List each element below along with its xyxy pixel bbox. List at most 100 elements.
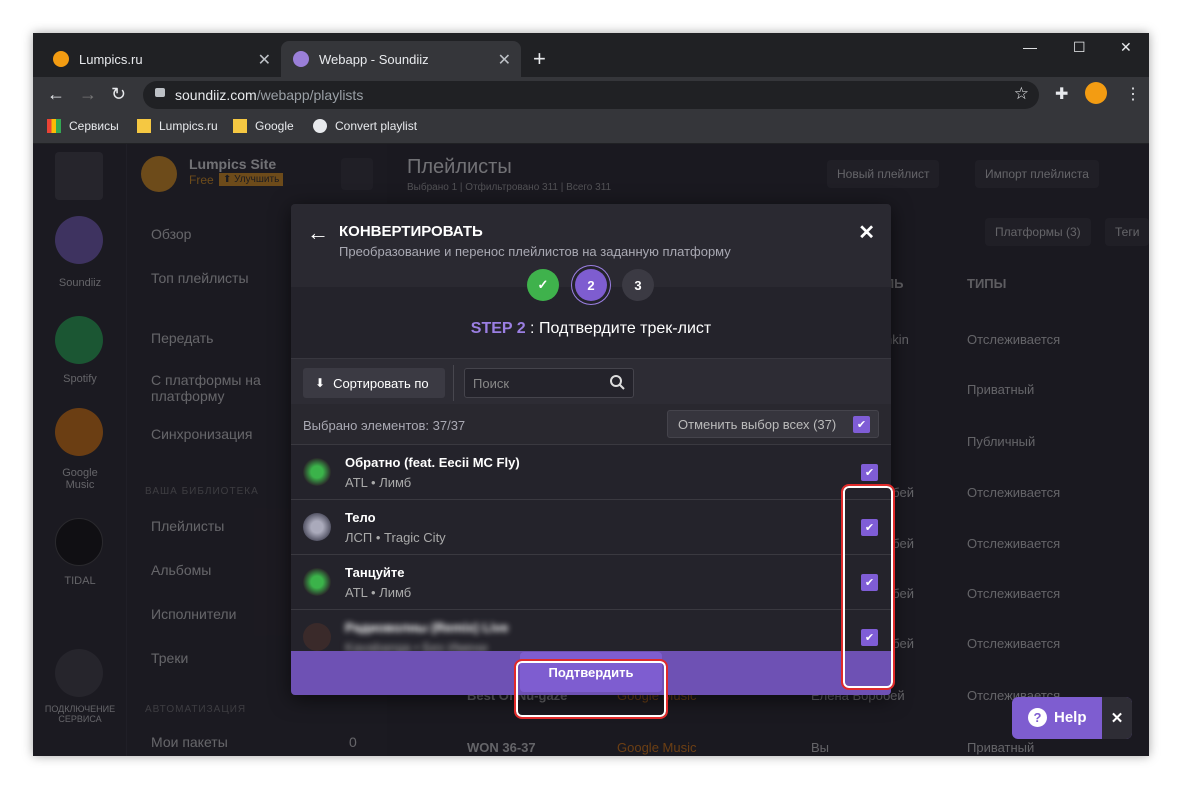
track-checkbox[interactable]: ✔ (861, 464, 878, 481)
nav-overview[interactable]: Обзор (151, 226, 191, 242)
tab-title: Webapp - Soundiiz (319, 51, 429, 67)
soundiiz-service-icon[interactable] (55, 216, 103, 264)
nav-playlists[interactable]: Плейлисты (151, 518, 224, 534)
bookmark-label: Convert playlist (335, 119, 418, 133)
plan-label: Free (189, 173, 214, 187)
step-title: STEP 2 : Подтвердите трек-лист (291, 320, 891, 338)
tab-lumpics[interactable]: Lumpics.ru ✕ (41, 41, 281, 77)
bookmark-google[interactable]: Google (233, 119, 294, 133)
bookmark-lumpics[interactable]: Lumpics.ru (137, 119, 218, 133)
minimize-icon[interactable]: — (1023, 39, 1037, 55)
profile-avatar[interactable] (1085, 82, 1107, 104)
selection-bar: Выбрано элементов: 37/37 Отменить выбор … (291, 404, 891, 444)
divider (453, 365, 454, 401)
browser-toolbar: ← → ↻ soundiiz.com/webapp/playlists ☆ ✚ … (33, 77, 1149, 113)
back-icon[interactable]: ← (47, 84, 65, 105)
tab-title: Lumpics.ru (79, 51, 143, 67)
column-types: ТИПЫ (967, 276, 1007, 291)
tags-filter[interactable]: Теги (1105, 218, 1149, 246)
help-widget[interactable]: ? Help ✕ (1012, 697, 1132, 739)
modal-title: КОНВЕРТИРОВАТЬ (339, 223, 483, 240)
close-help-icon[interactable]: ✕ (1102, 697, 1132, 739)
platforms-filter[interactable]: Платформы (3) (985, 218, 1091, 246)
gear-icon[interactable] (341, 158, 373, 190)
address-bar[interactable]: soundiiz.com/webapp/playlists ☆ (143, 81, 1039, 109)
bookmark-star-icon[interactable]: ☆ (1014, 84, 1029, 104)
tab-strip: Lumpics.ru ✕ Webapp - Soundiiz ✕ + — ☐ ✕ (33, 33, 1149, 77)
track-row[interactable]: Обратно (feat. Eecii MC Fly) ATL • Лимб … (291, 444, 891, 499)
upgrade-badge[interactable]: ⬆ Улучшить (219, 173, 284, 186)
nav-transfer[interactable]: Передать (151, 330, 213, 346)
bookmark-label: Google (255, 119, 294, 133)
track-artist: ATL (345, 585, 368, 600)
annotation-highlight-confirm (514, 659, 668, 719)
nav-tracks[interactable]: Треки (151, 650, 188, 666)
search-input[interactable]: Поиск (464, 368, 634, 398)
section-automation: АВТОМАТИЗАЦИЯ (145, 704, 247, 715)
soundiiz-app: Soundiiz Spotify Google Music TIDAL ПОДК… (33, 144, 1149, 756)
service-label: ПОДКЛЮЧЕНИЕ СЕРВИСА (44, 704, 116, 724)
section-library: ВАША БИБЛИОТЕКА (145, 486, 259, 497)
search-icon (610, 375, 625, 390)
service-label: TIDAL (64, 575, 96, 587)
step-2-active: 2 (575, 269, 607, 301)
menu-icon[interactable]: ⋮ (1125, 84, 1141, 104)
unselect-all-button[interactable]: Отменить выбор всех (37) ✔ (667, 410, 879, 438)
tidal-icon[interactable] (55, 518, 103, 566)
folder-icon (137, 119, 151, 133)
album-art (303, 513, 331, 541)
nav-sync[interactable]: Синхронизация (151, 426, 252, 442)
google-music-icon[interactable] (55, 408, 103, 456)
import-playlist-button[interactable]: Импорт плейлиста (975, 160, 1099, 188)
bookmark-label: Lumpics.ru (159, 119, 218, 133)
extensions-icon[interactable]: ✚ (1055, 84, 1068, 104)
convert-modal: ← КОНВЕРТИРОВАТЬ Преобразование и перено… (291, 204, 891, 695)
service-label: Soundiiz (58, 277, 102, 289)
close-tab-icon[interactable]: ✕ (498, 50, 511, 70)
nav-artists[interactable]: Исполнители (151, 606, 236, 622)
page-title: Плейлисты (407, 156, 512, 178)
step-1-done: ✓ (527, 269, 559, 301)
service-label: Google Music (62, 467, 98, 491)
maximize-icon[interactable]: ☐ (1073, 39, 1086, 56)
orange-circle-icon (53, 51, 69, 67)
bookmark-convert-playlist[interactable]: Convert playlist (313, 119, 417, 133)
sort-button[interactable]: ⬇ Сортировать по (303, 368, 445, 398)
page-subtitle: Выбрано 1 | Отфильтровано 311 | Всего 31… (407, 182, 612, 193)
checkbox-checked-icon[interactable]: ✔ (853, 416, 870, 433)
track-controls: ⬇ Сортировать по Поиск (291, 358, 891, 404)
close-icon[interactable]: ✕ (858, 220, 875, 245)
reload-icon[interactable]: ↻ (111, 84, 126, 105)
step-separator: : (525, 320, 539, 337)
bookmark-services[interactable]: Сервисы (47, 119, 119, 133)
track-meta: ATL • Лимб (345, 475, 412, 490)
selected-count: Выбрано элементов: 37/37 (303, 418, 466, 433)
nav-packages[interactable]: Мои пакеты (151, 734, 228, 750)
add-service-icon[interactable] (55, 649, 103, 697)
track-row[interactable]: Танцуйте ATL • Лимб ✔ (291, 554, 891, 609)
track-title: Тело (345, 510, 376, 525)
forward-icon[interactable]: → (79, 84, 97, 105)
track-album: Лимб (379, 585, 412, 600)
nav-albums[interactable]: Альбомы (151, 562, 211, 578)
new-tab-icon[interactable]: + (533, 46, 546, 72)
url-host: soundiiz.com (175, 87, 257, 103)
close-tab-icon[interactable]: ✕ (258, 50, 271, 70)
bookmark-label: Сервисы (69, 119, 119, 133)
question-icon: ? (1028, 708, 1047, 727)
window-close-icon[interactable]: ✕ (1120, 39, 1132, 56)
tab-soundiiz[interactable]: Webapp - Soundiiz ✕ (281, 41, 521, 77)
track-row[interactable]: Тело ЛСП • Tragic City ✔ (291, 499, 891, 554)
track-artist: ЛСП (345, 530, 373, 545)
nav-platform-to-platform[interactable]: С платформы на платформу (151, 372, 301, 404)
spotify-icon[interactable] (55, 316, 103, 364)
track-title: Радиоволны (Remix) Live (345, 620, 509, 635)
soundiiz-icon (293, 51, 309, 67)
step-text: Подтвердите трек-лист (538, 320, 712, 337)
album-art (303, 568, 331, 596)
lock-icon (155, 88, 165, 97)
step-label: STEP 2 (470, 320, 526, 337)
new-playlist-button[interactable]: Новый плейлист (827, 160, 940, 188)
back-arrow-icon[interactable]: ← (307, 220, 329, 246)
nav-top-playlists[interactable]: Топ плейлисты (151, 270, 249, 286)
